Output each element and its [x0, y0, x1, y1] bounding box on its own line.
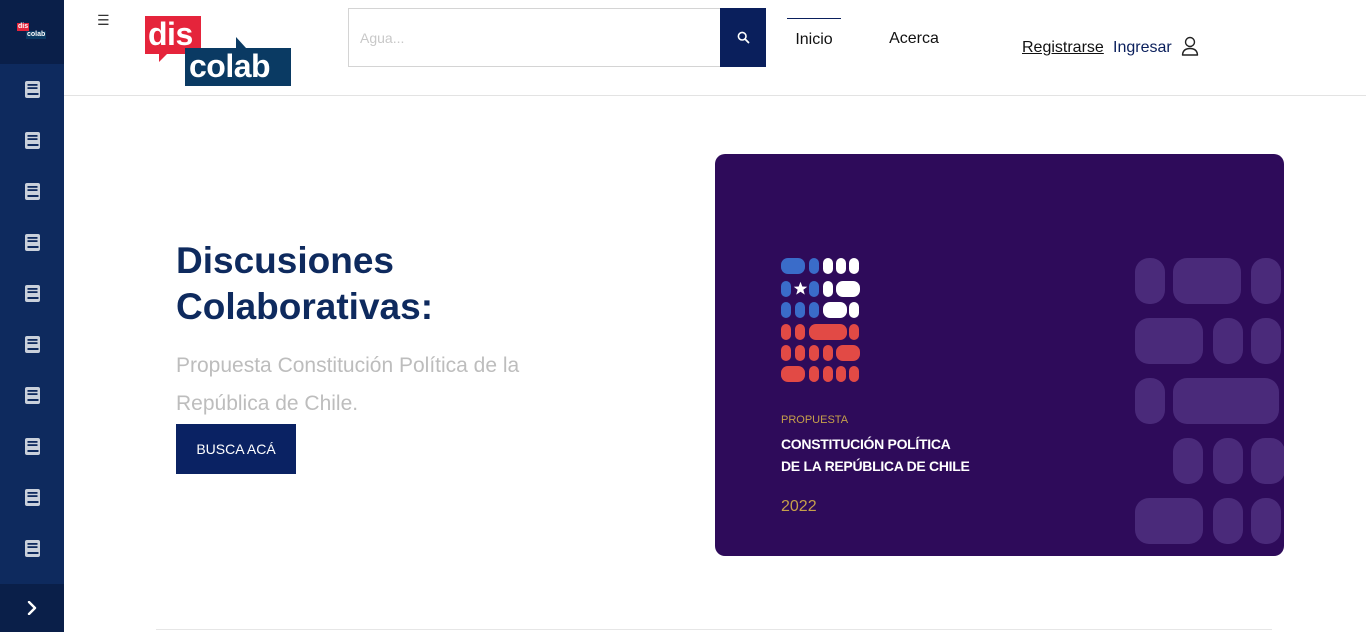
flag-mark-piece [836, 345, 860, 361]
constitution-cover-image[interactable]: PROPUESTA CONSTITUCIÓN POLÍTICA DE LA RE… [715, 154, 1284, 556]
flag-mark-piece [781, 281, 791, 297]
sidebar-item[interactable] [0, 115, 64, 166]
mini-logo: dis colab [17, 23, 47, 41]
registrarse-link[interactable]: Registrarse [1022, 39, 1104, 57]
flag-mark-piece [836, 366, 846, 382]
sidebar-expand-button[interactable] [0, 584, 64, 632]
chevron-right-icon [27, 601, 37, 615]
flag-mark-piece [809, 302, 819, 318]
mini-logo-dis: dis [17, 23, 30, 31]
logo-colab-tail [236, 37, 246, 48]
cover-decoration [1135, 258, 1165, 304]
logo-dis-tail [159, 54, 167, 62]
book-icon [24, 539, 41, 558]
flag-mark-piece [849, 324, 859, 340]
sidebar-item[interactable] [0, 523, 64, 574]
menu-icon[interactable]: ☰ [97, 12, 110, 28]
star-icon [793, 281, 808, 295]
ingresar-link[interactable]: Ingresar [1113, 39, 1172, 57]
cover-decoration [1173, 438, 1203, 484]
book-icon [24, 284, 41, 303]
hero-title: Discusiones Colaborativas: [176, 240, 434, 327]
cover-decoration [1213, 438, 1243, 484]
flag-mark-piece [809, 324, 847, 340]
book-icon [24, 386, 41, 405]
flag-mark-piece [781, 302, 791, 318]
sidebar-item[interactable] [0, 319, 64, 370]
cover-title-line2: DE LA REPÚBLICA DE CHILE [781, 458, 970, 474]
sidebar: dis colab [0, 0, 64, 632]
book-icon [24, 233, 41, 252]
cover-decoration [1173, 258, 1241, 304]
user-icon[interactable] [1181, 36, 1199, 61]
flag-mark-piece [823, 345, 833, 361]
cover-label: PROPUESTA [781, 414, 849, 426]
flag-mark-piece [781, 324, 791, 340]
flag-mark-piece [781, 366, 805, 382]
flag-mark-piece [849, 302, 859, 318]
flag-mark-piece [795, 345, 805, 361]
cover-decoration [1251, 258, 1281, 304]
cover-decoration [1135, 318, 1203, 364]
sidebar-item[interactable] [0, 370, 64, 421]
sidebar-item[interactable] [0, 421, 64, 472]
book-icon [24, 437, 41, 456]
nav-inicio[interactable]: Inicio [787, 18, 841, 60]
sidebar-item[interactable] [0, 166, 64, 217]
discolab-logo[interactable]: dis colab [145, 16, 291, 86]
flag-mark-piece [781, 258, 805, 274]
cover-title-line1: CONSTITUCIÓN POLÍTICA [781, 436, 951, 452]
search-bar [348, 8, 766, 67]
book-icon [24, 488, 41, 507]
sidebar-item[interactable] [0, 217, 64, 268]
hero-subtitle: Propuesta Constitución Política de la Re… [176, 354, 520, 415]
search-button[interactable] [720, 8, 766, 67]
flag-mark-piece [809, 345, 819, 361]
cover-decoration [1213, 318, 1243, 364]
sidebar-logo[interactable]: dis colab [0, 0, 64, 64]
flag-mark-piece [849, 258, 859, 274]
flag-mark-piece [809, 281, 819, 297]
cover-decoration [1213, 498, 1243, 544]
flag-mark-piece [823, 366, 833, 382]
flag-mark-piece [809, 366, 819, 382]
flag-mark-piece [823, 281, 833, 297]
book-icon [24, 131, 41, 150]
busca-button[interactable]: BUSCA ACÁ [176, 424, 296, 474]
book-icon [24, 335, 41, 354]
cover-decoration [1135, 378, 1165, 424]
flag-mark-piece [836, 281, 860, 297]
search-input[interactable] [348, 8, 721, 67]
flag-mark-piece [809, 258, 819, 274]
flag-mark-piece [781, 345, 791, 361]
flag-mark-piece [795, 324, 805, 340]
cover-decoration [1135, 498, 1203, 544]
flag-mark-piece [849, 366, 859, 382]
sidebar-item[interactable] [0, 472, 64, 523]
cover-year: 2022 [781, 498, 817, 515]
nav-acerca[interactable]: Acerca [880, 30, 948, 48]
flag-mark-piece [823, 258, 833, 274]
cover-decoration [1251, 438, 1284, 484]
book-icon [24, 80, 41, 99]
sidebar-item[interactable] [0, 64, 64, 115]
flag-mark-piece [795, 302, 805, 318]
mini-logo-colab: colab [26, 31, 47, 39]
search-icon [737, 31, 749, 44]
book-icon [24, 182, 41, 201]
cover-decoration [1173, 378, 1279, 424]
logo-colab: colab [185, 48, 291, 86]
flag-mark-piece [836, 258, 846, 274]
cover-decoration [1251, 498, 1281, 544]
section-divider [156, 629, 1272, 630]
sidebar-item[interactable] [0, 268, 64, 319]
cover-decoration [1251, 318, 1281, 364]
flag-mark-piece [823, 302, 847, 318]
